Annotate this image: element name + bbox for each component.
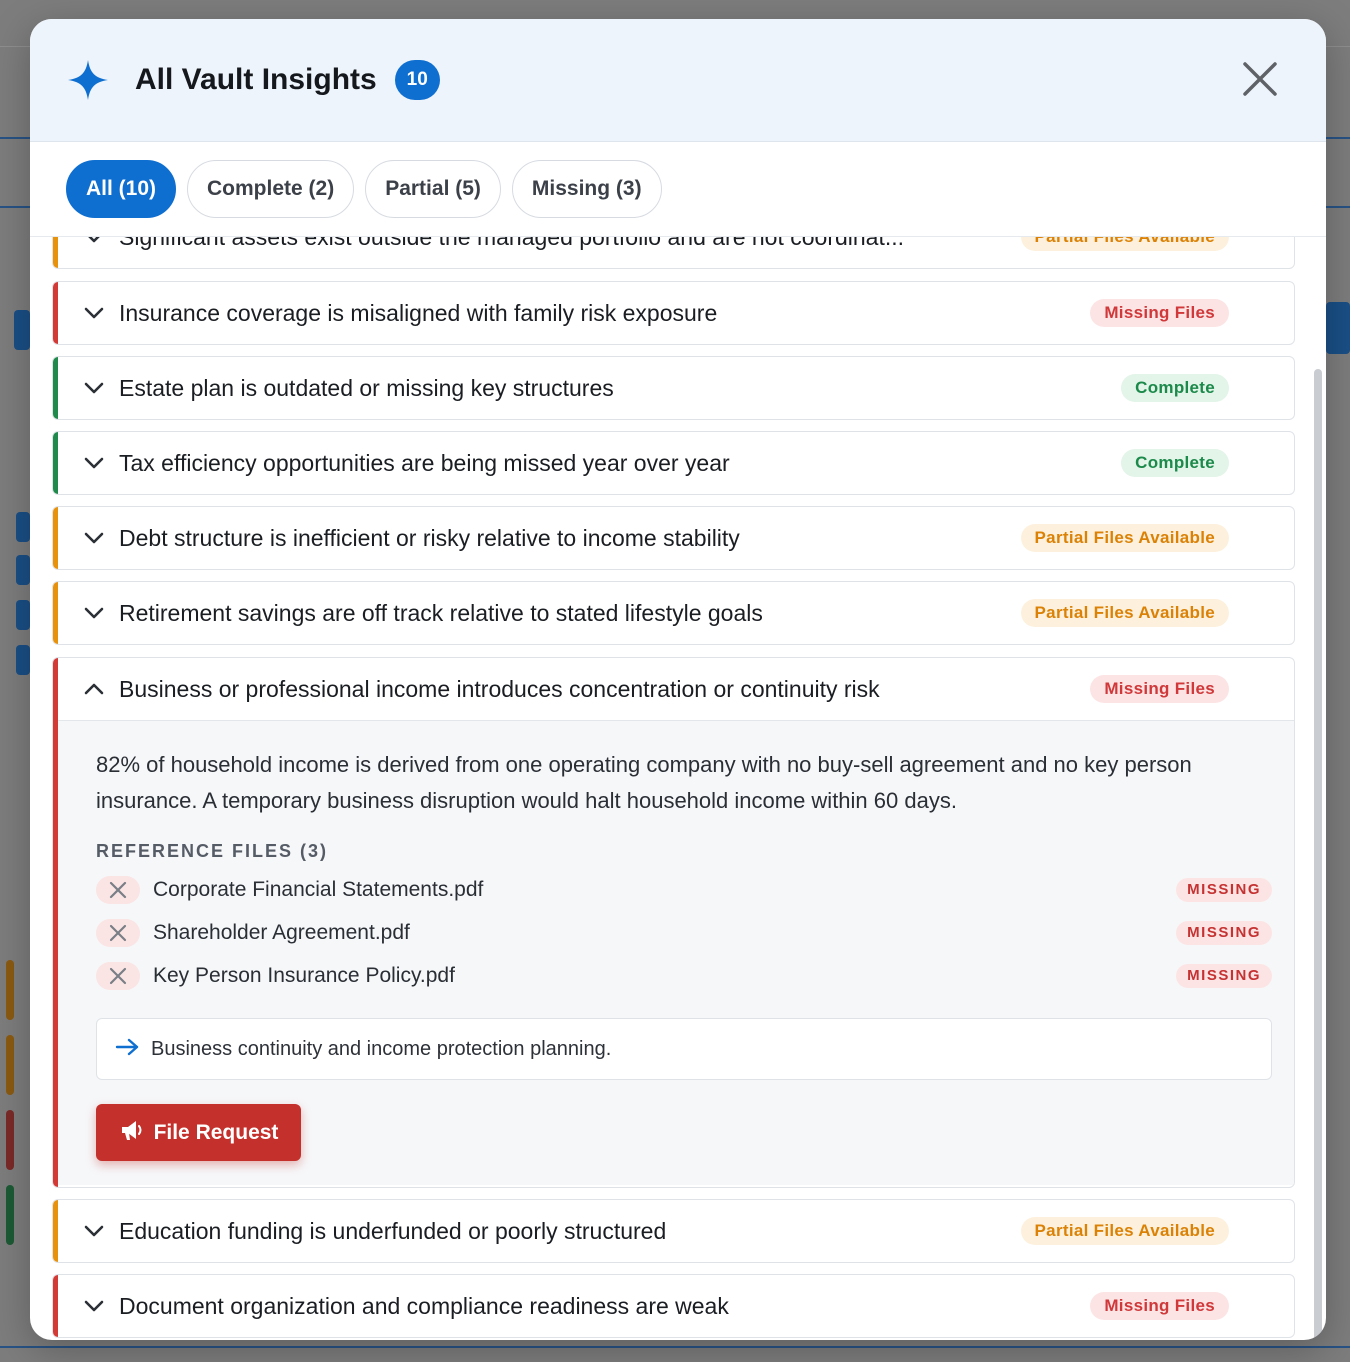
bg-button: [1326, 302, 1350, 354]
insight-header[interactable]: Business or professional income introduc…: [53, 658, 1294, 720]
missing-tag: MISSING: [1176, 963, 1272, 988]
reference-file-name: Corporate Financial Statements.pdf: [153, 877, 484, 901]
sparkle-icon: [66, 58, 110, 102]
insight-header[interactable]: Education funding is underfunded or poor…: [53, 1200, 1294, 1262]
insight-card-expanded: Business or professional income introduc…: [52, 657, 1295, 1188]
status-badge: Partial Files Available: [1020, 524, 1229, 552]
insight-header[interactable]: Document organization and compliance rea…: [53, 1275, 1294, 1337]
tab-missing[interactable]: Missing (3): [511, 160, 662, 218]
chevron-down-icon: [81, 450, 107, 476]
missing-tag: MISSING: [1176, 877, 1272, 902]
insight-title: Tax efficiency opportunities are being m…: [119, 449, 730, 476]
recommendation-text: Business continuity and income protectio…: [151, 1037, 612, 1060]
chevron-down-icon: [81, 237, 107, 250]
megaphone-icon: [119, 1118, 145, 1148]
bg-stripe: [6, 1185, 14, 1245]
missing-x-icon: [96, 875, 140, 904]
insight-header[interactable]: Significant assets exist outside the man…: [53, 237, 1294, 268]
insight-body: 82% of household income is derived from …: [53, 720, 1294, 1185]
insight-card[interactable]: Retirement savings are off track relativ…: [52, 581, 1295, 645]
chevron-down-icon: [81, 1293, 107, 1319]
insight-title: Business or professional income introduc…: [119, 675, 880, 702]
bg-icon: [16, 645, 30, 675]
chevron-down-icon: [81, 525, 107, 551]
tab-partial[interactable]: Partial (5): [365, 160, 501, 218]
insight-description: 82% of household income is derived from …: [96, 752, 1192, 813]
status-badge: Missing Files: [1090, 1292, 1229, 1320]
insight-title: Education funding is underfunded or poor…: [119, 1217, 667, 1244]
status-badge: Missing Files: [1090, 299, 1229, 327]
reference-files-heading: REFERENCE FILES (3): [96, 841, 329, 861]
insight-card[interactable]: Insurance coverage is misaligned with fa…: [52, 281, 1295, 345]
bg-stripe: [6, 1035, 14, 1095]
reference-file-name: Key Person Insurance Policy.pdf: [153, 963, 455, 987]
modal-header: All Vault Insights 10: [30, 19, 1326, 142]
bg-icon: [16, 555, 30, 585]
status-badge: Partial Files Available: [1020, 237, 1229, 251]
scrollbar[interactable]: [1314, 369, 1322, 1340]
chevron-down-icon: [81, 600, 107, 626]
status-badge: Missing Files: [1090, 675, 1229, 703]
insight-card[interactable]: Significant assets exist outside the man…: [52, 237, 1295, 269]
bg-stripe: [6, 960, 14, 1020]
tab-complete[interactable]: Complete (2): [187, 160, 355, 218]
insight-header[interactable]: Tax efficiency opportunities are being m…: [53, 432, 1294, 494]
recommendation-box: Business continuity and income protectio…: [96, 1018, 1272, 1080]
status-badge: Partial Files Available: [1020, 599, 1229, 627]
missing-x-icon: [96, 961, 140, 990]
reference-file-row: Shareholder Agreement.pdf MISSING: [96, 911, 1272, 954]
chevron-down-icon: [81, 300, 107, 326]
insights-modal: All Vault Insights 10 All (10) Complete …: [30, 19, 1326, 1340]
insight-header[interactable]: Insurance coverage is misaligned with fa…: [53, 282, 1294, 344]
chevron-down-icon: [81, 1218, 107, 1244]
insight-card[interactable]: Debt structure is inefficient or risky r…: [52, 506, 1295, 570]
insight-card[interactable]: Estate plan is outdated or missing key s…: [52, 356, 1295, 420]
insight-header[interactable]: Estate plan is outdated or missing key s…: [53, 357, 1294, 419]
chevron-up-icon: [81, 676, 107, 702]
missing-x-icon: [96, 918, 140, 947]
bg-icon: [16, 512, 30, 542]
insights-list: Significant assets exist outside the man…: [52, 237, 1296, 1340]
chevron-down-icon: [81, 375, 107, 401]
bg-stripe: [6, 1110, 14, 1170]
insight-card[interactable]: Document organization and compliance rea…: [52, 1274, 1295, 1338]
bg-divider: [0, 1346, 1350, 1348]
insight-title: Document organization and compliance rea…: [119, 1292, 729, 1319]
close-icon[interactable]: [1242, 61, 1278, 97]
file-request-label: File Request: [153, 1120, 279, 1144]
arrow-right-icon: [115, 1037, 141, 1062]
file-request-button[interactable]: File Request: [96, 1104, 301, 1161]
reference-files-list: Corporate Financial Statements.pdf MISSI…: [96, 868, 1272, 997]
status-badge: Partial Files Available: [1020, 1217, 1229, 1245]
tab-all[interactable]: All (10): [66, 160, 177, 218]
insight-card[interactable]: Tax efficiency opportunities are being m…: [52, 431, 1295, 495]
reference-file-name: Shareholder Agreement.pdf: [153, 920, 410, 944]
bg-icon: [14, 310, 30, 350]
insight-title: Significant assets exist outside the man…: [119, 237, 904, 251]
insight-card[interactable]: Education funding is underfunded or poor…: [52, 1199, 1295, 1263]
status-badge: Complete: [1121, 374, 1229, 402]
status-badge: Complete: [1121, 449, 1229, 477]
bg-icon: [16, 600, 30, 630]
insight-title: Retirement savings are off track relativ…: [119, 599, 763, 626]
count-badge: 10: [394, 60, 440, 100]
reference-file-row: Corporate Financial Statements.pdf MISSI…: [96, 868, 1272, 911]
modal-title: All Vault Insights: [135, 63, 377, 96]
insight-title: Estate plan is outdated or missing key s…: [119, 374, 614, 401]
insight-title: Debt structure is inefficient or risky r…: [119, 524, 740, 551]
filter-tabs: All (10) Complete (2) Partial (5) Missin…: [30, 142, 1326, 237]
insight-title: Insurance coverage is misaligned with fa…: [119, 299, 718, 326]
reference-file-row: Key Person Insurance Policy.pdf MISSING: [96, 954, 1272, 997]
missing-tag: MISSING: [1176, 920, 1272, 945]
insight-header[interactable]: Retirement savings are off track relativ…: [53, 582, 1294, 644]
insight-header[interactable]: Debt structure is inefficient or risky r…: [53, 507, 1294, 569]
